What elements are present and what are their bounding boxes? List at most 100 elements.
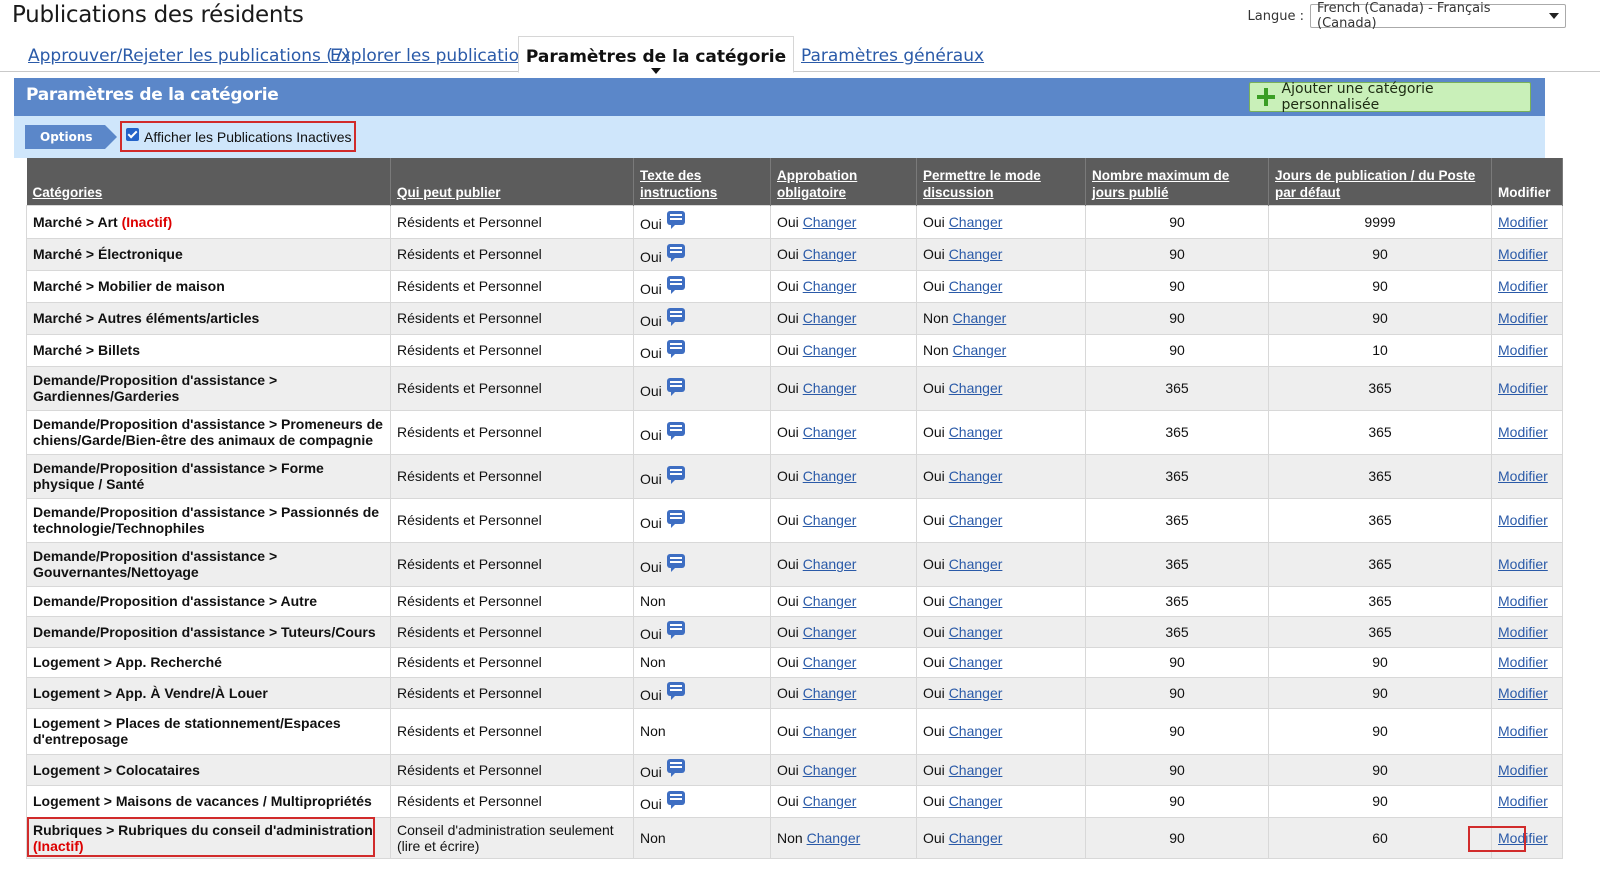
instructions-cell: Oui — [633, 453, 771, 499]
discussion-value: Oui — [923, 793, 945, 809]
add-custom-category-button[interactable]: Ajouter une catégorie personnalisée — [1249, 81, 1531, 113]
change-approval-link[interactable]: Changer — [803, 556, 857, 572]
change-discussion-link[interactable]: Changer — [949, 556, 1003, 572]
modify-link[interactable]: Modifier — [1498, 468, 1548, 484]
header-default-days[interactable]: Jours de publication / du Poste par défa… — [1268, 158, 1492, 205]
modify-link[interactable]: Modifier — [1498, 380, 1548, 396]
instructions-value: Oui — [640, 216, 662, 232]
change-discussion-link[interactable]: Changer — [949, 424, 1003, 440]
header-categories[interactable]: Catégories — [26, 158, 391, 205]
language-select[interactable]: French (Canada) - Français (Canada) — [1310, 1, 1566, 31]
comment-icon[interactable] — [666, 211, 685, 229]
change-discussion-link[interactable]: Changer — [949, 468, 1003, 484]
change-approval-link[interactable]: Changer — [803, 512, 857, 528]
change-approval-link[interactable]: Changer — [803, 380, 857, 396]
change-approval-link[interactable]: Changer — [807, 830, 861, 846]
instructions-value: Oui — [640, 626, 662, 642]
change-discussion-link[interactable]: Changer — [949, 380, 1003, 396]
change-approval-link[interactable]: Changer — [803, 624, 857, 640]
modify-link[interactable]: Modifier — [1498, 762, 1548, 778]
change-approval-link[interactable]: Changer — [803, 723, 857, 739]
change-discussion-link[interactable]: Changer — [949, 654, 1003, 670]
header-max-days[interactable]: Nombre maximum de jours publié — [1085, 158, 1269, 205]
change-discussion-link[interactable]: Changer — [949, 793, 1003, 809]
tab-approve-reject[interactable]: Approuver/Rejeter les publications (7) — [28, 36, 350, 72]
modify-link[interactable]: Modifier — [1498, 723, 1548, 739]
change-approval-link[interactable]: Changer — [803, 654, 857, 670]
modify-link[interactable]: Modifier — [1498, 654, 1548, 670]
comment-icon[interactable] — [666, 243, 685, 262]
modify-cell: Modifier — [1491, 676, 1563, 709]
change-approval-link[interactable]: Changer — [803, 685, 857, 701]
modify-link[interactable]: Modifier — [1498, 310, 1548, 326]
header-who-can-post[interactable]: Qui peut publier — [390, 158, 634, 205]
header-approval[interactable]: Approbation obligatoire — [770, 158, 917, 205]
change-discussion-link[interactable]: Changer — [953, 310, 1007, 326]
change-discussion-link[interactable]: Changer — [949, 278, 1003, 294]
change-discussion-link[interactable]: Changer — [949, 723, 1003, 739]
change-approval-link[interactable]: Changer — [803, 246, 857, 262]
modify-link[interactable]: Modifier — [1498, 685, 1548, 701]
change-approval-link[interactable]: Changer — [803, 424, 857, 440]
default-days-cell: 90 — [1268, 784, 1492, 818]
change-discussion-link[interactable]: Changer — [949, 762, 1003, 778]
active-tab-indicator-icon — [651, 68, 661, 74]
category-name: Marché > Autres éléments/articles — [33, 310, 260, 326]
change-approval-link[interactable]: Changer — [803, 793, 857, 809]
modify-link[interactable]: Modifier — [1498, 424, 1548, 440]
change-discussion-link[interactable]: Changer — [953, 342, 1007, 358]
show-inactive-toggle[interactable]: Afficher les Publications Inactives — [120, 121, 356, 152]
change-discussion-link[interactable]: Changer — [949, 685, 1003, 701]
modify-link[interactable]: Modifier — [1498, 278, 1548, 294]
comment-icon[interactable] — [666, 421, 685, 440]
comment-icon[interactable] — [666, 307, 685, 326]
change-approval-link[interactable]: Changer — [803, 593, 857, 609]
comment-icon[interactable] — [666, 759, 685, 777]
modify-link[interactable]: Modifier — [1498, 512, 1548, 528]
change-discussion-link[interactable]: Changer — [949, 512, 1003, 528]
instructions-cell: Non — [633, 585, 771, 617]
header-discussion[interactable]: Permettre le mode discussion — [916, 158, 1086, 205]
comment-icon[interactable] — [666, 465, 685, 484]
change-discussion-link[interactable]: Changer — [949, 830, 1003, 846]
category-cell: Marché > Autres éléments/articles — [26, 301, 391, 335]
change-discussion-link[interactable]: Changer — [949, 214, 1003, 230]
change-discussion-link[interactable]: Changer — [949, 246, 1003, 262]
comment-icon[interactable] — [666, 553, 685, 572]
comment-icon[interactable] — [666, 377, 685, 396]
modify-link[interactable]: Modifier — [1498, 342, 1548, 358]
show-inactive-checkbox[interactable] — [126, 128, 139, 141]
change-approval-link[interactable]: Changer — [803, 214, 857, 230]
comment-icon[interactable] — [666, 275, 685, 294]
modify-link[interactable]: Modifier — [1498, 593, 1548, 609]
change-approval-link[interactable]: Changer — [803, 468, 857, 484]
modify-link[interactable]: Modifier — [1498, 556, 1548, 572]
tab-explore-publications[interactable]: Explorer les publications — [330, 36, 539, 72]
modify-link[interactable]: Modifier — [1498, 624, 1548, 640]
comment-icon[interactable] — [666, 339, 685, 358]
modify-link[interactable]: Modifier — [1498, 830, 1548, 846]
comment-icon[interactable] — [666, 790, 685, 809]
comment-icon[interactable] — [666, 682, 685, 700]
modify-cell: Modifier — [1491, 753, 1563, 786]
change-discussion-link[interactable]: Changer — [949, 593, 1003, 609]
comment-icon[interactable] — [666, 621, 685, 639]
default-days-cell: 365 — [1268, 453, 1492, 499]
comment-icon[interactable] — [666, 509, 685, 528]
modify-link[interactable]: Modifier — [1498, 214, 1548, 230]
header-instructions[interactable]: Texte des instructions — [633, 158, 771, 205]
modify-link[interactable]: Modifier — [1498, 793, 1548, 809]
change-approval-link[interactable]: Changer — [803, 342, 857, 358]
category-name: Logement > App. Recherché — [33, 654, 222, 670]
modify-link[interactable]: Modifier — [1498, 246, 1548, 262]
change-approval-link[interactable]: Changer — [803, 310, 857, 326]
change-approval-link[interactable]: Changer — [803, 278, 857, 294]
tab-category-settings[interactable]: Paramètres de la catégorie — [518, 36, 794, 74]
max-days-cell: 90 — [1085, 753, 1269, 786]
change-discussion-link[interactable]: Changer — [949, 624, 1003, 640]
discussion-cell: Oui Changer — [916, 497, 1086, 543]
tab-general-settings[interactable]: Paramètres généraux — [801, 36, 984, 72]
approval-value: Oui — [777, 380, 799, 396]
change-approval-link[interactable]: Changer — [803, 762, 857, 778]
approval-value: Oui — [777, 213, 799, 230]
